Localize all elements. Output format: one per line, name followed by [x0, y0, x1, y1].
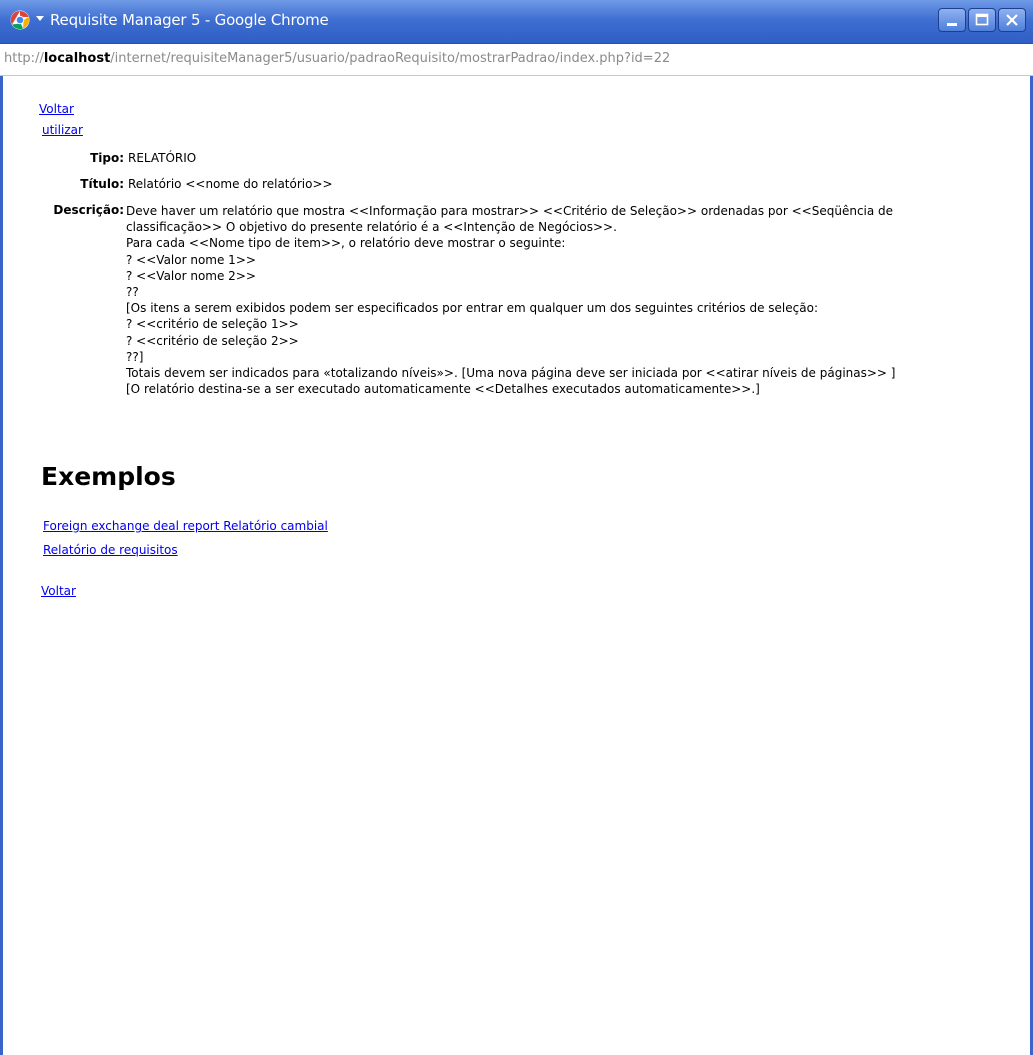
descricao-line: ??	[126, 284, 139, 299]
url-text[interactable]: http://localhost/internet/requisiteManag…	[4, 51, 670, 66]
descricao-line: Deve haver um relatório que mostra <<Inf…	[126, 204, 894, 218]
title-bar[interactable]: Requisite Manager 5 - Google Chrome	[0, 0, 1033, 44]
use-link[interactable]: utilizar	[42, 123, 83, 137]
tipo-value: RELATÓRIO	[128, 151, 197, 165]
descricao-line: ? <<Valor nome 1>>	[126, 252, 256, 267]
chrome-logo-icon[interactable]	[10, 10, 30, 30]
url-path: /internet/requisiteManager5/usuario/padr…	[110, 51, 671, 66]
address-bar[interactable]: http://localhost/internet/requisiteManag…	[0, 44, 1033, 76]
close-button[interactable]	[998, 8, 1026, 32]
minimize-button[interactable]	[938, 8, 966, 32]
descricao-label: Descrição:	[53, 203, 124, 217]
descricao-line: [Os itens a serem exibidos podem ser esp…	[126, 301, 818, 316]
descricao-line: ? <<Valor nome 2>>	[126, 268, 256, 283]
titulo-value: Relatório <<nome do relatório>>	[128, 177, 333, 191]
descricao-line: ??]	[126, 349, 144, 364]
browser-window: Requisite Manager 5 - Google Chrome http…	[0, 0, 1033, 1055]
url-host: localhost	[43, 51, 111, 66]
maximize-icon	[975, 13, 989, 26]
descricao-value: Deve haver um relatório que mostra <<Inf…	[126, 203, 1026, 397]
page-content: Voltar utilizar Tipo: RELATÓRIO Título: …	[3, 76, 1030, 1055]
maximize-button[interactable]	[968, 8, 996, 32]
example-link-requisitos[interactable]: Relatório de requisitos	[43, 543, 178, 557]
minimize-icon	[947, 23, 957, 26]
descricao-line: [O relatório destina-se a ser executado …	[126, 382, 760, 397]
descricao-line: Para cada <<Nome tipo de item>>, o relat…	[126, 236, 566, 251]
back-link-bottom[interactable]: Voltar	[41, 584, 76, 598]
window-title: Requisite Manager 5 - Google Chrome	[50, 11, 329, 29]
descricao-line: Totais devem ser indicados para «totaliz…	[126, 365, 896, 380]
descricao-line: ? <<critério de seleção 2>>	[126, 333, 299, 348]
titulo-label: Título:	[80, 177, 124, 191]
close-icon	[1006, 14, 1018, 26]
examples-heading: Exemplos	[41, 462, 176, 491]
descricao-line: classificação>> O objetivo do presente r…	[126, 220, 617, 235]
tipo-label: Tipo:	[90, 151, 124, 165]
back-link-top[interactable]: Voltar	[39, 102, 74, 116]
window-menu-caret-icon[interactable]	[36, 16, 44, 21]
example-link-foreign-exchange[interactable]: Foreign exchange deal report Relatório c…	[43, 519, 328, 533]
url-prefix: http://	[4, 51, 44, 66]
descricao-line: ? <<critério de seleção 1>>	[126, 317, 299, 332]
